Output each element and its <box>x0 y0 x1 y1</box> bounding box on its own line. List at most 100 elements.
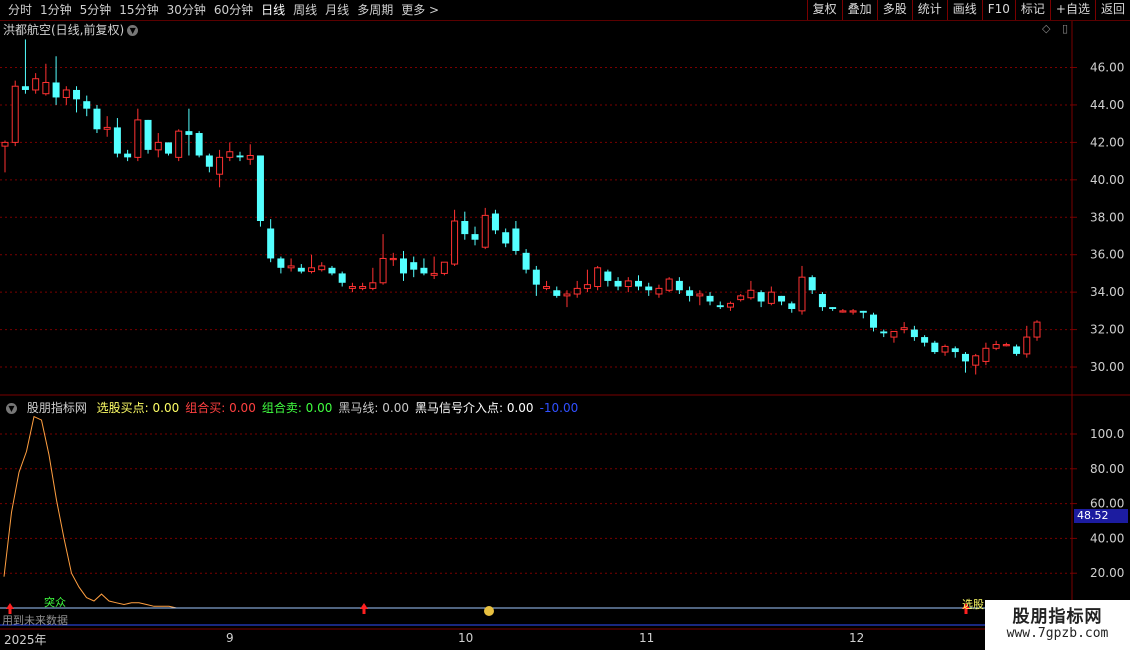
candle-body <box>164 142 172 154</box>
candle-body <box>154 141 162 151</box>
candle-body <box>502 232 510 244</box>
candle-body <box>972 355 980 366</box>
candle-body <box>42 81 50 95</box>
candle-body <box>543 286 551 289</box>
candle-body <box>420 267 428 274</box>
price-axis-label: 42.00 <box>1090 135 1124 149</box>
candle-body <box>921 337 929 343</box>
candle-body <box>553 290 561 296</box>
candle-body <box>1033 321 1041 338</box>
watermark-url: www.7gpzb.com <box>1006 626 1109 641</box>
candle-body <box>522 252 530 270</box>
candle-body <box>992 344 1000 349</box>
buy-arrow-icon <box>360 603 368 614</box>
candle-body <box>399 258 407 274</box>
indicator-value: 选股买点: 0.00 <box>96 401 180 415</box>
candle-body <box>900 327 908 331</box>
sub-axis-label: 20.00 <box>1090 566 1124 580</box>
candle-body <box>338 273 346 283</box>
candle-body <box>134 119 142 158</box>
candle-body <box>21 86 29 90</box>
candle-body <box>716 305 724 308</box>
date-label-nov: 11 <box>639 631 655 645</box>
candle-body <box>859 310 867 313</box>
candle-body <box>573 287 581 295</box>
candle-body <box>532 269 540 285</box>
indicator-header: ▼ 股朋指标网 选股买点: 0.00 组合买: 0.00 组合卖: 0.00 黑马线:… <box>3 399 584 416</box>
candle-body <box>563 293 571 297</box>
candle-body <box>635 280 643 287</box>
price-axis-label: 32.00 <box>1090 323 1124 337</box>
indicator-curve <box>3 415 177 609</box>
candle-body <box>706 295 714 302</box>
candle-body <box>737 295 745 301</box>
sub-axis-label: 40.00 <box>1090 531 1124 545</box>
candle-body <box>829 307 837 309</box>
candle-body <box>849 310 857 313</box>
candle-body <box>267 228 275 259</box>
price-axis-label: 40.00 <box>1090 173 1124 187</box>
price-axis-label: 34.00 <box>1090 285 1124 299</box>
candle-body <box>696 293 704 297</box>
future-data-label: 用到未来数据 <box>2 613 68 627</box>
candle-body <box>103 126 111 130</box>
candle-body <box>256 155 264 222</box>
candle-body <box>32 78 40 91</box>
candle-body <box>461 221 469 235</box>
candle-body <box>931 342 939 353</box>
candle-body <box>890 330 898 338</box>
chevron-down-icon[interactable]: ▼ <box>6 403 17 414</box>
candle-body <box>614 280 622 287</box>
candle-body <box>961 353 969 362</box>
candle-body <box>665 278 673 291</box>
chart-canvas[interactable]: 46.00 44.00 42.00 40.00 38.00 36.00 34.00 32.00… <box>0 0 1130 650</box>
candle-body <box>481 214 489 248</box>
candle-body <box>430 272 438 276</box>
candle-body <box>124 153 132 158</box>
candle-body <box>216 156 224 175</box>
candle-body <box>236 155 244 158</box>
candle-body <box>226 151 234 158</box>
indicator-value: -10.00 <box>539 401 579 415</box>
price-axis-label: 44.00 <box>1090 98 1124 112</box>
candle-body <box>788 303 796 309</box>
candle-body <box>870 314 878 328</box>
candle-body <box>410 262 418 270</box>
indicator-name[interactable]: 股朋指标网 <box>27 401 87 415</box>
candle-body <box>594 267 602 288</box>
indicator-value: 黑马线: 0.00 <box>338 401 409 415</box>
candle-body <box>757 292 765 302</box>
select-label: 选股 <box>962 598 984 611</box>
candle-body <box>982 347 990 362</box>
candle-body <box>389 257 397 261</box>
candle-body <box>195 133 203 156</box>
watermark-title: 股朋指标网 <box>1012 607 1103 627</box>
candle-body <box>144 119 152 150</box>
date-label-year: 2025年 <box>4 633 47 647</box>
candle-body <box>73 89 81 100</box>
candle-body <box>440 261 448 274</box>
candle-body <box>185 131 193 135</box>
candle-body <box>604 271 612 281</box>
price-axis-label: 36.00 <box>1090 248 1124 262</box>
candle-body <box>471 234 479 240</box>
indicator-value: 黑马信号介入点: 0.00 <box>414 401 534 415</box>
candle-body <box>747 289 755 299</box>
candle-body <box>645 286 653 291</box>
date-label-oct: 10 <box>458 631 474 645</box>
candle-body <box>287 265 295 269</box>
candle-body <box>11 85 19 143</box>
breakout-label: 突众 <box>44 595 66 609</box>
candle-body <box>726 302 734 308</box>
candle-body <box>675 280 683 291</box>
candle-body <box>624 280 632 288</box>
buy-arrow-icon <box>6 603 14 614</box>
candle-body <box>1 141 9 147</box>
candle-body <box>686 290 694 296</box>
candle-body <box>767 291 775 304</box>
candle-body <box>778 295 786 302</box>
candle-body <box>113 127 121 154</box>
watermark: 股朋指标网 www.7gpzb.com <box>985 600 1130 650</box>
money-bag-icon <box>484 606 494 616</box>
candle-body <box>512 228 520 251</box>
